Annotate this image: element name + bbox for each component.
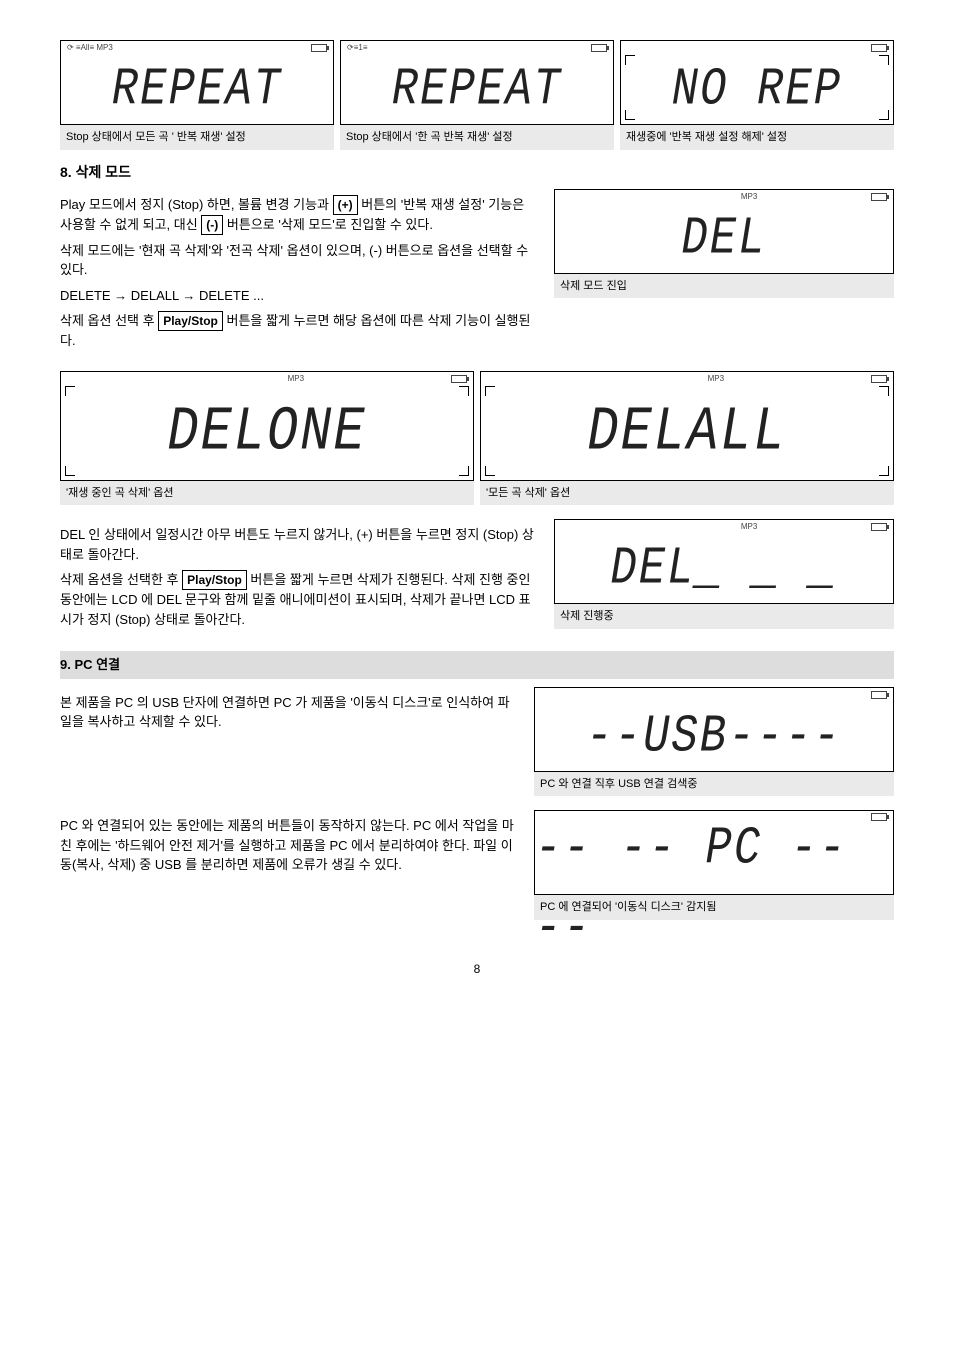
- delete-options-row: MP3 DELONE '재생 중인 곡 삭제' 옵션 MP3 DELALL '모…: [60, 371, 894, 506]
- lcd-text: -- -- PC -- --: [535, 810, 893, 968]
- lcd-text: DELALL: [481, 376, 893, 489]
- section-8-title: 8. 삭제 모드: [60, 162, 894, 183]
- lcd-text: NO REP: [621, 48, 893, 131]
- lcd-repeat-all: ⟳ ≡All≡ MP3 REPEAT: [60, 40, 334, 125]
- lcd-text: DEL: [555, 197, 893, 280]
- repeat-screens-row: ⟳ ≡All≡ MP3 REPEAT Stop 상태에서 모든 곡 ' 반복 재…: [60, 40, 894, 150]
- section-9-title: 9. PC 연결: [60, 651, 894, 679]
- lcd-text: DEL_ _ _: [555, 527, 893, 610]
- sec8-para1: Play 모드에서 정지 (Stop) 하면, 볼륨 변경 기능과 (+) 버튼…: [60, 195, 534, 235]
- lcd-del-one: MP3 DELONE: [60, 371, 474, 481]
- sec8-para4: 삭제 옴션을 선택한 후 Play/Stop 버튼을 짧게 누르면 삭제가 진행…: [60, 570, 534, 629]
- sec8-cycle: DELETE → DELALL → DELETE ...: [60, 286, 534, 306]
- minus-button-label: (-): [201, 215, 223, 235]
- lcd-del-all: MP3 DELALL: [480, 371, 894, 481]
- plus-button-label: (+): [333, 195, 358, 215]
- sec9-para1: 본 제품을 PC 의 USB 단자에 연결하면 PC 가 제품을 '이동식 디스…: [60, 693, 514, 732]
- lcd-del: MP3 DEL: [554, 189, 894, 274]
- playstop-button-label: Play/Stop: [158, 311, 223, 331]
- lcd-usb: --USB----: [534, 687, 894, 772]
- playstop-button-label: Play/Stop: [182, 570, 247, 590]
- lcd-text: DELONE: [61, 376, 473, 489]
- sec8-options: 삭제 모드에는 '현재 곡 삭제'와 '전곡 삭제' 옵션이 있으며, (-) …: [60, 241, 534, 280]
- lcd-repeat-one: ⟳≡1≡ REPEAT: [340, 40, 614, 125]
- lcd-pc: -- -- PC -- --: [534, 810, 894, 895]
- lcd-text: REPEAT: [61, 48, 333, 131]
- lcd-text: REPEAT: [341, 48, 613, 131]
- sec8-para3: DEL 인 상태에서 일정시간 아무 버튼도 누르지 않거나, (+) 버튼을 …: [60, 525, 534, 564]
- lcd-no-rep: NO REP: [620, 40, 894, 125]
- sec8-para2: 삭제 옵션 선택 후 Play/Stop 버튼을 짧게 누르면 해당 옵션에 따…: [60, 311, 534, 351]
- lcd-text: --USB----: [535, 695, 893, 778]
- sec9-para2: PC 와 연결되어 있는 동안에는 제품의 버튼들이 동작하지 않는다. PC …: [60, 816, 514, 875]
- lcd-del-progress: MP3 DEL_ _ _: [554, 519, 894, 604]
